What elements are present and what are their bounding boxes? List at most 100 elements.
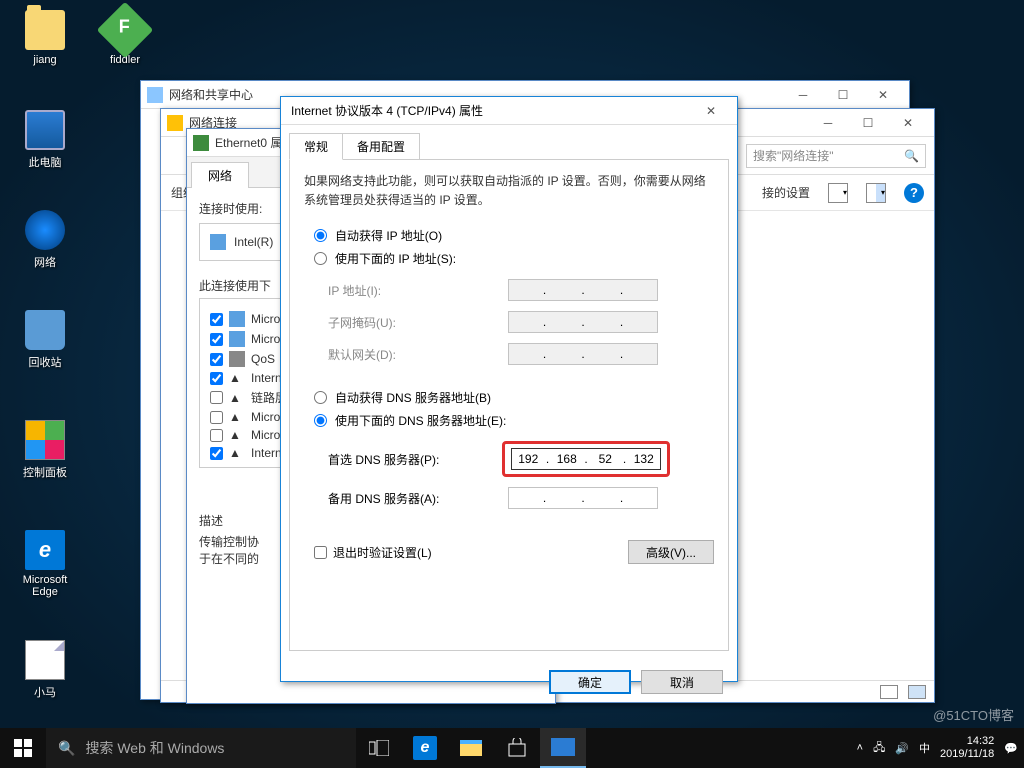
tab-content: 如果网络支持此功能，则可以获取自动指派的 IP 设置。否则，你需要从网络系统管理…	[289, 159, 729, 651]
radio-manual-ip[interactable]	[314, 252, 327, 265]
help-icon[interactable]: ?	[904, 183, 924, 203]
cancel-button[interactable]: 取消	[641, 670, 723, 694]
tray-notifications-icon[interactable]: 💬	[1004, 742, 1018, 755]
large-icons-view-icon[interactable]	[908, 685, 926, 699]
minimize-button[interactable]: ─	[783, 83, 823, 107]
desktop-icon-fiddler[interactable]: fiddler	[90, 10, 160, 66]
icon-label: 网络	[10, 254, 80, 270]
tray-network-icon[interactable]: 🖧	[873, 739, 885, 758]
validate-checkbox[interactable]	[314, 546, 327, 559]
subnet-mask-label: 子网掩码(U):	[328, 314, 508, 331]
taskbar-file-explorer[interactable]	[448, 728, 494, 768]
ip-octet[interactable]: 192	[512, 452, 545, 466]
ip-octet[interactable]: 168	[551, 452, 584, 466]
recycle-bin-icon	[25, 310, 65, 350]
preview-pane-button[interactable]	[866, 183, 886, 203]
taskbar-search[interactable]: 🔍 搜索 Web 和 Windows	[46, 728, 356, 768]
component-icon	[229, 311, 245, 327]
titlebar[interactable]: Internet 协议版本 4 (TCP/IPv4) 属性 ✕	[281, 97, 737, 125]
maximize-button[interactable]: ☐	[848, 111, 888, 135]
chk-item[interactable]	[210, 372, 223, 385]
chk-item[interactable]	[210, 429, 223, 442]
folder-icon	[25, 10, 65, 50]
icon-label: 小马	[10, 684, 80, 700]
item-label: Micro	[251, 410, 280, 424]
adapter-name: Intel(R)	[234, 235, 273, 249]
tab-alternate[interactable]: 备用配置	[342, 133, 420, 160]
view-options-button[interactable]	[828, 183, 848, 203]
window-icon	[147, 87, 163, 103]
system-tray: ˄ 🖧 🔊 中 14:32 2019/11/18 💬	[851, 735, 1024, 761]
network-adapter-icon	[193, 135, 209, 151]
alt-dns-field[interactable]: ...	[508, 487, 658, 509]
desktop-icon-recycle-bin[interactable]: 回收站	[10, 310, 80, 370]
ip-address-label: IP 地址(I):	[328, 282, 508, 299]
ip-octet[interactable]: 132	[628, 452, 661, 466]
close-button[interactable]: ✕	[863, 83, 903, 107]
item-label: Intern	[251, 446, 282, 460]
tab-general[interactable]: 常规	[289, 133, 343, 160]
ok-button[interactable]: 确定	[549, 670, 631, 694]
radio-auto-ip[interactable]	[314, 229, 327, 242]
desktop-icon-edge[interactable]: e Microsoft Edge	[10, 530, 80, 598]
taskbar-network-connections[interactable]	[540, 728, 586, 768]
maximize-button[interactable]: ☐	[823, 83, 863, 107]
details-view-icon[interactable]	[880, 685, 898, 699]
dns-highlight-box: 192. 168. 52. 132	[502, 441, 670, 477]
close-button[interactable]: ✕	[691, 99, 731, 123]
fiddler-icon	[97, 2, 154, 59]
tray-volume-icon[interactable]: 🔊	[895, 742, 909, 755]
desktop-icon-xiaoma[interactable]: 小马	[10, 640, 80, 700]
chk-item[interactable]	[210, 447, 223, 460]
desktop-icon-control-panel[interactable]: 控制面板	[10, 420, 80, 480]
search-input[interactable]: 搜索"网络连接" 🔍	[746, 144, 926, 168]
desktop-icon-network[interactable]: 网络	[10, 210, 80, 270]
chk-item[interactable]	[210, 313, 223, 326]
radio-label: 自动获得 IP 地址(O)	[335, 227, 442, 244]
adapter-icon	[210, 234, 226, 250]
edge-icon: e	[25, 530, 65, 570]
item-label: Micro	[251, 428, 280, 442]
search-placeholder: 搜索 Web 和 Windows	[85, 738, 224, 758]
radio-label: 使用下面的 DNS 服务器地址(E):	[335, 412, 506, 429]
tab-row: 常规 备用配置	[281, 125, 737, 160]
desktop-icon-this-pc[interactable]: 此电脑	[10, 110, 80, 170]
taskbar-store[interactable]	[494, 728, 540, 768]
globe-icon	[25, 210, 65, 250]
taskbar: 🔍 搜索 Web 和 Windows e ˄ 🖧 🔊 中 14:32 2019/…	[0, 728, 1024, 768]
tray-ime-icon[interactable]: 中	[919, 740, 930, 756]
task-view-button[interactable]	[356, 728, 402, 768]
search-placeholder: 搜索"网络连接"	[753, 149, 834, 163]
taskbar-edge[interactable]: e	[402, 728, 448, 768]
gateway-label: 默认网关(D):	[328, 346, 508, 363]
minimize-button[interactable]: ─	[808, 111, 848, 135]
ip-address-field: ...	[508, 279, 658, 301]
window-title: Ethernet0 属	[215, 134, 282, 151]
component-icon	[229, 331, 245, 347]
alt-dns-label: 备用 DNS 服务器(A):	[328, 490, 508, 507]
icon-label: jiang	[10, 54, 80, 66]
tray-chevron-up-icon[interactable]: ˄	[857, 742, 863, 754]
chk-item[interactable]	[210, 411, 223, 424]
validate-label: 退出时验证设置(L)	[333, 544, 432, 561]
subnet-mask-field: ...	[508, 311, 658, 333]
chk-item[interactable]	[210, 333, 223, 346]
desktop-icon-jiang[interactable]: jiang	[10, 10, 80, 66]
radio-auto-dns[interactable]	[314, 391, 327, 404]
search-icon[interactable]: 🔍	[904, 149, 919, 163]
preferred-dns-field[interactable]: 192. 168. 52. 132	[511, 448, 661, 470]
pc-icon	[25, 110, 65, 150]
tray-clock[interactable]: 14:32 2019/11/18	[940, 735, 994, 761]
item-label: Intern	[251, 371, 282, 385]
advanced-button[interactable]: 高级(V)...	[628, 540, 714, 564]
ip-octet[interactable]: 52	[589, 452, 622, 466]
radio-manual-dns[interactable]	[314, 414, 327, 427]
close-button[interactable]: ✕	[888, 111, 928, 135]
chk-item[interactable]	[210, 353, 223, 366]
start-button[interactable]	[0, 728, 46, 768]
chk-item[interactable]	[210, 391, 223, 404]
icon-label: 此电脑	[10, 154, 80, 170]
clock-time: 14:32	[940, 735, 994, 748]
clock-date: 2019/11/18	[940, 748, 994, 761]
tab-network[interactable]: 网络	[191, 162, 249, 188]
